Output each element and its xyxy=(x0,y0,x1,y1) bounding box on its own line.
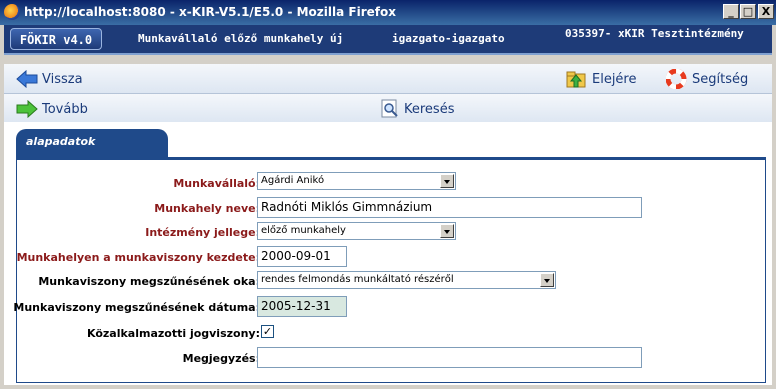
app-header: FÖKIR v4.0 Munkavállaló előző munkahely … xyxy=(4,25,772,55)
page-title: Munkavállaló előző munkahely új xyxy=(138,32,344,45)
note-input[interactable] xyxy=(257,347,642,368)
institution-type-select[interactable]: előző munkahely xyxy=(257,222,456,240)
top-label: Elejére xyxy=(592,71,637,87)
user-name: igazgato-igazgato xyxy=(392,32,505,45)
maximize-button[interactable]: □ xyxy=(740,4,756,19)
termination-reason-value: rendes felmondás munkáltató részéről xyxy=(261,274,454,285)
note-label: Megjegyzés: xyxy=(182,352,260,365)
institution-type-label: Intézmény jellege: xyxy=(145,226,260,239)
employee-select[interactable]: Agárdi Anikó xyxy=(257,172,456,190)
search-icon xyxy=(381,99,398,118)
top-button[interactable]: Elejére xyxy=(566,69,637,89)
search-button[interactable]: Keresés xyxy=(380,99,454,119)
start-date-input[interactable]: 2000-09-01 xyxy=(257,246,347,267)
next-arrow-icon xyxy=(16,100,38,118)
lifebuoy-icon xyxy=(666,69,687,89)
employee-label: Munkavállaló: xyxy=(173,177,260,190)
folder-up-icon xyxy=(566,71,586,88)
workplace-name-input[interactable]: Radnóti Miklós Gimmnázium xyxy=(257,197,642,218)
tab-alapadatok[interactable]: alapadatok xyxy=(16,129,168,157)
workplace-name-label: Munkahely neve: xyxy=(154,202,260,215)
institution-type-value: előző munkahely xyxy=(261,225,346,236)
chevron-down-icon xyxy=(440,174,454,188)
next-label: Tovább xyxy=(42,101,88,117)
action-toolbar: Tovább Keresés xyxy=(4,94,772,124)
chevron-down-icon xyxy=(440,224,454,238)
app-logo: FÖKIR v4.0 xyxy=(10,28,102,50)
window-titlebar: http://localhost:8080 - x-KIR-V5.1/E5.0 … xyxy=(0,0,776,25)
termination-reason-label: Munkaviszony megszűnésének oka: xyxy=(38,275,260,288)
next-button[interactable]: Tovább xyxy=(16,99,88,119)
help-label: Segítség xyxy=(692,71,749,87)
back-label: Vissza xyxy=(42,71,83,87)
close-button[interactable]: X xyxy=(758,4,774,19)
chevron-down-icon xyxy=(540,273,554,287)
employee-value: Agárdi Anikó xyxy=(261,175,325,186)
help-button[interactable]: Segítség xyxy=(666,69,748,89)
firefox-icon xyxy=(4,4,20,20)
search-label: Keresés xyxy=(404,101,455,117)
public-employee-checkbox[interactable]: ✓ xyxy=(261,325,274,338)
start-date-label: Munkahelyen a munkaviszony kezdete: xyxy=(16,251,260,264)
nav-toolbar: Vissza Elejére Segítség xyxy=(4,64,772,94)
public-employee-label: Közalkalmazotti jogviszony: xyxy=(86,327,260,340)
termination-reason-select[interactable]: rendes felmondás munkáltató részéről xyxy=(257,271,556,289)
termination-date-input[interactable]: 2005-12-31 xyxy=(257,296,347,317)
minimize-button[interactable]: _ xyxy=(723,4,739,19)
back-arrow-icon xyxy=(16,70,38,88)
termination-date-label: Munkaviszony megszűnésének dátuma: xyxy=(13,301,260,314)
back-button[interactable]: Vissza xyxy=(16,69,83,89)
window-title: http://localhost:8080 - x-KIR-V5.1/E5.0 … xyxy=(24,5,396,19)
institution-name: 035397- xKIR Tesztintézmény xyxy=(565,27,744,40)
